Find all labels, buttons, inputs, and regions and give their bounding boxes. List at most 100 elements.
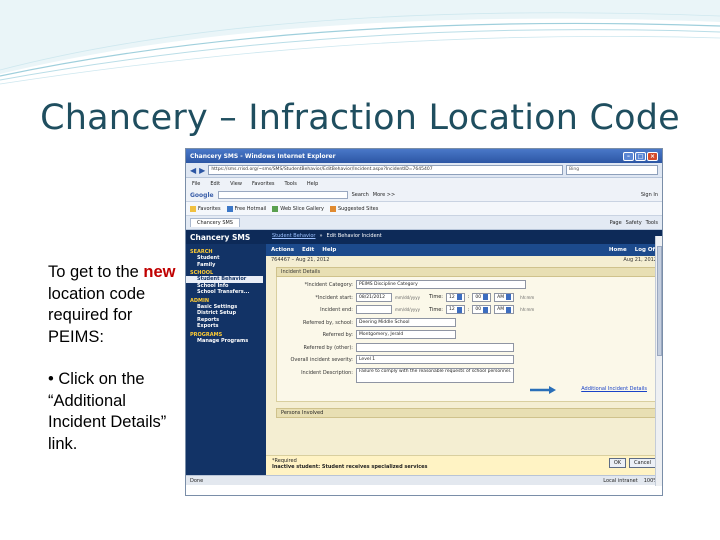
- note-step-intro: To get to the new location code required…: [48, 263, 176, 346]
- page-menu[interactable]: Page: [610, 220, 622, 226]
- end-time-label: Time:: [429, 306, 443, 313]
- start-date-input[interactable]: 08/21/2012: [356, 292, 392, 302]
- address-bar: ◀ ▶ https://sms.rrisd.org/~sms/SMS/Stude…: [186, 163, 662, 178]
- menu-tools[interactable]: Tools: [285, 181, 297, 187]
- menu-view[interactable]: View: [230, 181, 242, 187]
- safety-menu[interactable]: Safety: [626, 220, 642, 226]
- browser-screenshot: Chancery SMS - Windows Internet Explorer…: [185, 148, 663, 496]
- help-menu[interactable]: Help: [322, 247, 336, 253]
- severity-select[interactable]: Level 1: [356, 355, 514, 364]
- description-textarea[interactable]: Failure to comply with the reasonable re…: [356, 367, 514, 383]
- end-time-hint: hh:mm: [520, 307, 535, 312]
- page-icon: [329, 205, 336, 212]
- incident-header: 764467 – Aug 21, 2012 Aug 21, 2012: [266, 256, 662, 265]
- fav-web-slice[interactable]: Web Slice Gallery: [272, 205, 324, 212]
- menu-favorites[interactable]: Favorites: [252, 181, 275, 187]
- favorites-button[interactable]: Favorites: [190, 205, 221, 212]
- browser-title-bar: Chancery SMS - Windows Internet Explorer…: [186, 149, 662, 163]
- start-time-hint: hh:mm: [520, 294, 535, 300]
- slide-header-swoosh: [0, 0, 720, 85]
- app-action-bar: Actions Edit Help Home Log Off: [266, 244, 662, 256]
- sidebar-item-school-transfers[interactable]: School Transfers...: [186, 289, 266, 296]
- start-minute-select[interactable]: 00: [472, 292, 492, 302]
- tools-menu[interactable]: Tools: [646, 220, 658, 226]
- menu-edit[interactable]: Edit: [210, 181, 220, 187]
- page-scrollbar[interactable]: [655, 236, 662, 486]
- row-referred-other: Referred by (other):: [281, 342, 651, 356]
- favorites-bar: Favorites Free Hotmail Web Slice Gallery…: [186, 202, 662, 216]
- status-text: Done: [190, 477, 204, 484]
- app-sidebar: Chancery SMS SEARCH Student Family SCHOO…: [186, 230, 266, 475]
- referred-by-label: Referred by:: [322, 332, 353, 338]
- status-zone: Local intranet: [603, 477, 638, 484]
- chevron-down-icon: [506, 306, 512, 313]
- additional-incident-details-link[interactable]: Additional Incident Details: [581, 386, 647, 392]
- fav-free-hotmail[interactable]: Free Hotmail: [226, 205, 266, 212]
- referred-by-select[interactable]: Montgomery, Jerald: [356, 330, 456, 339]
- end-label: Incident end:: [320, 307, 353, 313]
- row-category: *Incident Category: PEIMS Discipline Cat…: [281, 280, 651, 293]
- chevron-down-icon: [483, 306, 489, 313]
- chevron-down-icon: [456, 306, 462, 313]
- inactive-student-message: Inactive student: Student receives speci…: [272, 464, 428, 470]
- menu-file[interactable]: File: [192, 181, 200, 187]
- breadcrumb-current: Edit Behavior Incident: [326, 233, 382, 239]
- minimize-button[interactable]: –: [623, 151, 634, 161]
- sidebar-item-exports[interactable]: Exports: [186, 323, 266, 330]
- footer-message: *Required Inactive student: Student rece…: [272, 458, 606, 470]
- referred-school-select[interactable]: Deering Middle School: [356, 317, 456, 327]
- row-description: Incident Description: Failure to comply …: [281, 367, 651, 385]
- incident-date: Aug 21, 2012: [623, 257, 657, 263]
- end-date-input[interactable]: [356, 305, 392, 314]
- end-hour-select[interactable]: 12: [445, 305, 465, 314]
- breadcrumb-separator: »: [319, 233, 323, 239]
- google-search-button[interactable]: Search: [352, 192, 369, 198]
- incident-details-header: Incident Details: [276, 267, 656, 277]
- incident-id: 764467 – Aug 21, 2012: [271, 257, 330, 263]
- scrollbar-thumb[interactable]: [657, 246, 662, 356]
- category-select[interactable]: PEIMS Discipline Category: [356, 280, 526, 289]
- app-main: Student Behavior » Edit Behavior Inciden…: [266, 230, 662, 475]
- ok-button[interactable]: OK: [608, 458, 627, 468]
- page-icon: [272, 205, 279, 212]
- fav-suggested[interactable]: Suggested Sites: [329, 205, 378, 212]
- breadcrumb-student-behavior[interactable]: Student Behavior: [272, 233, 315, 241]
- row-end: Incident end: mm/dd/yyyy Time: 12 : 00 A…: [281, 305, 651, 318]
- start-date-hint: mm/dd/yyyy: [395, 294, 421, 300]
- referred-school-label: Referred by, school:: [303, 319, 353, 326]
- back-icon[interactable]: ◀: [190, 166, 196, 175]
- google-more-button[interactable]: More >>: [373, 192, 395, 198]
- chevron-down-icon: [506, 294, 512, 300]
- additional-details-row: Additional Incident Details: [281, 385, 651, 398]
- edit-menu[interactable]: Edit: [302, 247, 314, 253]
- logoff-link[interactable]: Log Off: [635, 247, 657, 253]
- form-footer: *Required Inactive student: Student rece…: [266, 455, 662, 475]
- browser-title: Chancery SMS - Windows Internet Explorer: [190, 152, 336, 160]
- end-ampm-select[interactable]: AM: [494, 305, 515, 314]
- referred-other-input[interactable]: [356, 342, 514, 352]
- maximize-button[interactable]: □: [635, 151, 646, 161]
- google-search-input[interactable]: [217, 191, 348, 199]
- row-start: *Incident start: 08/21/2012 mm/dd/yyyy T…: [281, 292, 651, 306]
- menu-help[interactable]: Help: [307, 181, 318, 187]
- home-link[interactable]: Home: [609, 247, 627, 253]
- actions-menu[interactable]: Actions: [271, 247, 294, 253]
- sidebar-item-manage-programs[interactable]: Manage Programs: [186, 338, 266, 345]
- tab-chancery[interactable]: Chancery SMS: [190, 218, 240, 227]
- start-ampm-select[interactable]: AM: [494, 292, 515, 302]
- sign-in-link[interactable]: Sign In: [641, 192, 658, 198]
- chevron-down-icon: [456, 294, 462, 300]
- forward-icon[interactable]: ▶: [199, 166, 205, 175]
- close-button[interactable]: ×: [647, 151, 658, 161]
- browser-menu-bar: File Edit View Favorites Tools Help: [186, 178, 662, 189]
- browser-search-input[interactable]: Bing: [566, 165, 658, 175]
- referred-other-label: Referred by (other):: [303, 344, 353, 351]
- arrow-right-icon: [530, 385, 556, 394]
- cancel-button[interactable]: Cancel: [629, 458, 656, 468]
- row-referred-school: Referred by, school: Deering Middle Scho…: [281, 317, 651, 331]
- address-input[interactable]: https://sms.rrisd.org/~sms/SMS/StudentBe…: [208, 165, 563, 175]
- start-hour-select[interactable]: 12: [445, 292, 465, 302]
- sidebar-item-family[interactable]: Family: [186, 262, 266, 269]
- end-minute-select[interactable]: 00: [472, 305, 492, 314]
- category-label: *Incident Category:: [304, 282, 353, 288]
